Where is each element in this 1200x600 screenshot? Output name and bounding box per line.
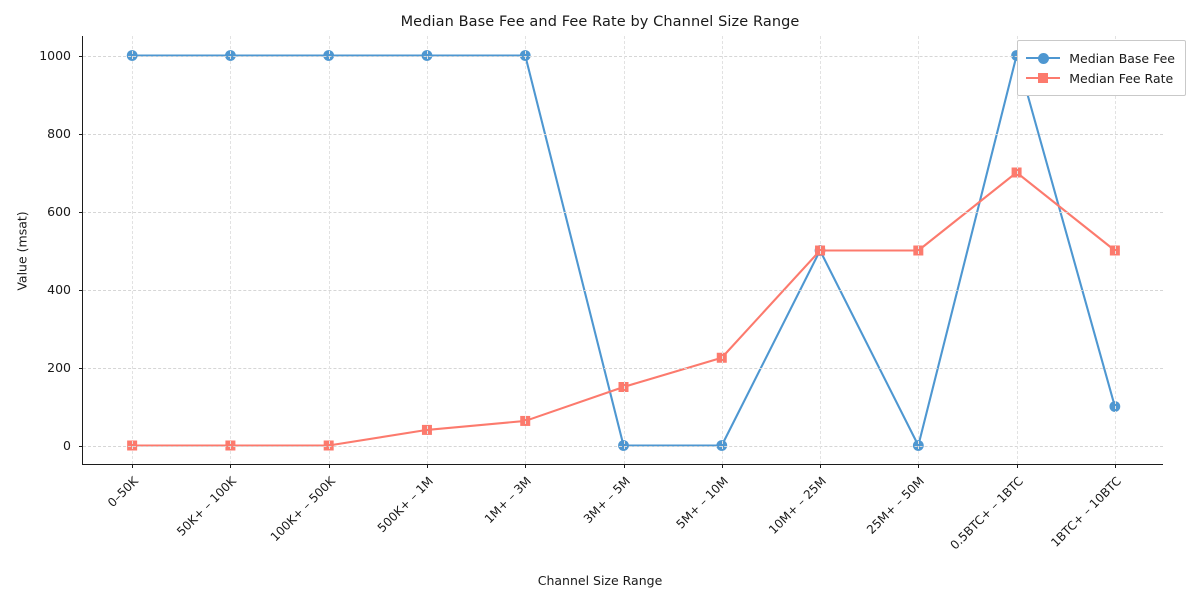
x-tick-mark — [328, 464, 330, 468]
chart-title: Median Base Fee and Fee Rate by Channel … — [400, 14, 800, 30]
y-tick-mark — [79, 55, 83, 57]
x-tick-mark — [918, 464, 920, 468]
x-tick-mark — [426, 464, 428, 468]
y-tick-label: 0 — [63, 437, 71, 453]
y-tick-label: 800 — [47, 125, 71, 141]
x-tick-mark — [721, 464, 723, 468]
y-tick-mark — [79, 211, 83, 213]
y-tick-label: 200 — [47, 359, 71, 375]
x-tick-mark — [230, 464, 232, 468]
x-tick-mark — [820, 464, 822, 468]
legend-item-1[interactable]: Median Base Fee — [1026, 48, 1175, 68]
x-tick-mark — [1016, 464, 1018, 468]
x-gridline — [820, 36, 822, 464]
legend-square-marker-icon — [1038, 73, 1049, 83]
x-gridline — [918, 36, 920, 464]
x-gridline — [525, 36, 527, 464]
x-gridline — [1016, 36, 1018, 464]
chart-figure: Median Base Fee and Fee Rate by Channel … — [0, 0, 1200, 600]
x-gridline — [426, 36, 428, 464]
x-gridline — [132, 36, 134, 464]
y-tick-label: 1000 — [39, 47, 71, 63]
legend-swatch — [1026, 51, 1061, 65]
x-tick-mark — [1114, 464, 1116, 468]
x-tick-mark — [132, 464, 134, 468]
y-tick-label: 400 — [47, 281, 71, 297]
x-gridline — [721, 36, 723, 464]
legend-item-2[interactable]: Median Fee Rate — [1026, 68, 1175, 88]
x-gridline — [230, 36, 232, 464]
y-tick-mark — [79, 367, 83, 369]
legend-circle-marker-icon — [1037, 52, 1049, 64]
x-tick-mark — [623, 464, 625, 468]
x-axis-label: Channel Size Range — [537, 573, 663, 588]
chart-legend: Median Base Fee Median Fee Rate — [1017, 40, 1186, 96]
y-tick-mark — [79, 289, 83, 291]
legend-swatch — [1026, 71, 1061, 85]
legend-label: Median Fee Rate — [1069, 70, 1174, 86]
legend-label: Median Base Fee — [1069, 50, 1175, 66]
y-tick-mark — [79, 133, 83, 135]
y-tick-mark — [79, 445, 83, 447]
y-tick-label: 600 — [47, 203, 71, 219]
plot-area — [79, 36, 1163, 468]
x-tick-mark — [525, 464, 527, 468]
y-axis-label: Value (msat) — [14, 210, 30, 291]
x-gridline — [623, 36, 625, 464]
x-gridline — [328, 36, 330, 464]
x-gridline — [1114, 36, 1116, 464]
